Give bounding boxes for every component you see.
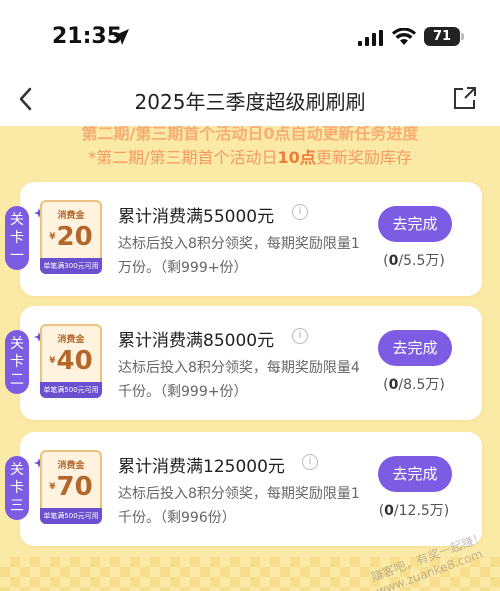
info-icon[interactable]: i [292, 204, 308, 220]
coupon-condition: 单笔满500元可用 [40, 382, 102, 398]
task-card-2: 关卡二 消费金 ¥40 单笔满500元可用 累计消费满85000元 i 达标后投… [5, 306, 482, 420]
level-char: 一 [10, 248, 24, 265]
notice-suffix: 更新奖励库存 [315, 148, 412, 167]
status-bar: 21:35 71 [0, 0, 500, 72]
notice-stock-update: *第二期/第三期首个活动日10点更新奖励库存 [0, 144, 500, 168]
coupon-label: 消费金 [57, 461, 85, 471]
page-title: 2025年三季度超级刷刷刷 [134, 90, 366, 114]
task-progress: (0/5.5万) [362, 250, 466, 270]
progress-done: 0 [388, 377, 399, 393]
cellular-signal-icon [358, 30, 383, 46]
nav-bar: 2025年三季度超级刷刷刷 [0, 72, 500, 126]
coupon-badge: 消费金 ¥20 单笔满300元可用 [34, 200, 102, 274]
task-card-3: 关卡三 消费金 ¥70 单笔满500元可用 累计消费满125000元 i 达标后… [5, 432, 482, 546]
currency-symbol: ¥ [49, 482, 56, 492]
task-description: 达标后投入8积分领奖，每期奖励限量1万份。（剩999+份） [118, 236, 360, 276]
battery-level: 71 [432, 29, 452, 44]
task-title: 累计消费满55000元 [118, 207, 275, 227]
progress-total: /5.5万) [398, 253, 445, 269]
level-tab: 关卡一 [5, 206, 29, 270]
info-icon[interactable]: i [292, 328, 308, 344]
coupon-amount: ¥70 [42, 472, 100, 502]
level-char: 关 [10, 335, 24, 352]
level-tab: 关卡二 [5, 330, 29, 394]
level-tab: 关卡三 [5, 456, 29, 520]
battery-indicator: 71 [424, 27, 464, 46]
wifi-icon [392, 28, 416, 45]
coupon-amount: ¥40 [42, 346, 100, 376]
coupon-value: 20 [56, 222, 93, 252]
level-char: 三 [10, 498, 24, 515]
location-arrow-icon [113, 29, 129, 45]
main-content[interactable]: 第二期/第三期首个活动日0点自动更新任务进度 *第二期/第三期首个活动日10点更… [0, 126, 500, 591]
currency-symbol: ¥ [49, 356, 56, 366]
level-char: 二 [10, 372, 24, 389]
progress-total: /8.5万) [398, 377, 445, 393]
share-icon[interactable] [453, 86, 477, 110]
level-char: 卡 [10, 479, 24, 496]
coupon-condition: 单笔满300元可用 [40, 258, 102, 274]
coupon-value: 40 [56, 346, 93, 376]
coupon-condition: 单笔满500元可用 [40, 508, 102, 524]
complete-task-button[interactable]: 去完成 [378, 206, 452, 242]
progress-done: 0 [384, 503, 394, 519]
notice-prefix: *第二期/第三期首个活动日 [88, 148, 278, 167]
currency-symbol: ¥ [49, 232, 56, 242]
task-card-1: 关卡一 消费金 ¥20 单笔满300元可用 累计消费满55000元 i 达标后投… [5, 182, 482, 296]
task-title: 累计消费满85000元 [118, 331, 275, 351]
task-title: 累计消费满125000元 [118, 457, 285, 477]
level-char: 关 [10, 461, 24, 478]
info-icon[interactable]: i [302, 454, 318, 470]
progress-done: 0 [388, 253, 399, 269]
level-char: 关 [10, 211, 24, 228]
coupon-badge: 消费金 ¥70 单笔满500元可用 [34, 450, 102, 524]
coupon-label: 消费金 [57, 211, 85, 221]
coupon-label: 消费金 [57, 335, 85, 345]
level-char: 卡 [10, 353, 24, 370]
task-description: 达标后投入8积分领奖，每期奖励限量4千份。（剩999+份） [118, 360, 360, 400]
coupon-badge: 消费金 ¥40 单笔满500元可用 [34, 324, 102, 398]
notice-emphasis: 10点 [277, 148, 316, 167]
coupon-amount: ¥20 [42, 222, 100, 252]
complete-task-button[interactable]: 去完成 [378, 456, 452, 492]
task-description: 达标后投入8积分领奖，每期奖励限量1千份。（剩996份） [118, 486, 360, 526]
coupon-value: 70 [56, 472, 93, 502]
task-progress: (0/12.5万) [362, 500, 466, 520]
progress-total: /12.5万) [393, 503, 450, 519]
notice-progress-update: 第二期/第三期首个活动日0点自动更新任务进度 [81, 126, 419, 143]
level-char: 卡 [10, 229, 24, 246]
complete-task-button[interactable]: 去完成 [378, 330, 452, 366]
task-progress: (0/8.5万) [362, 374, 466, 394]
